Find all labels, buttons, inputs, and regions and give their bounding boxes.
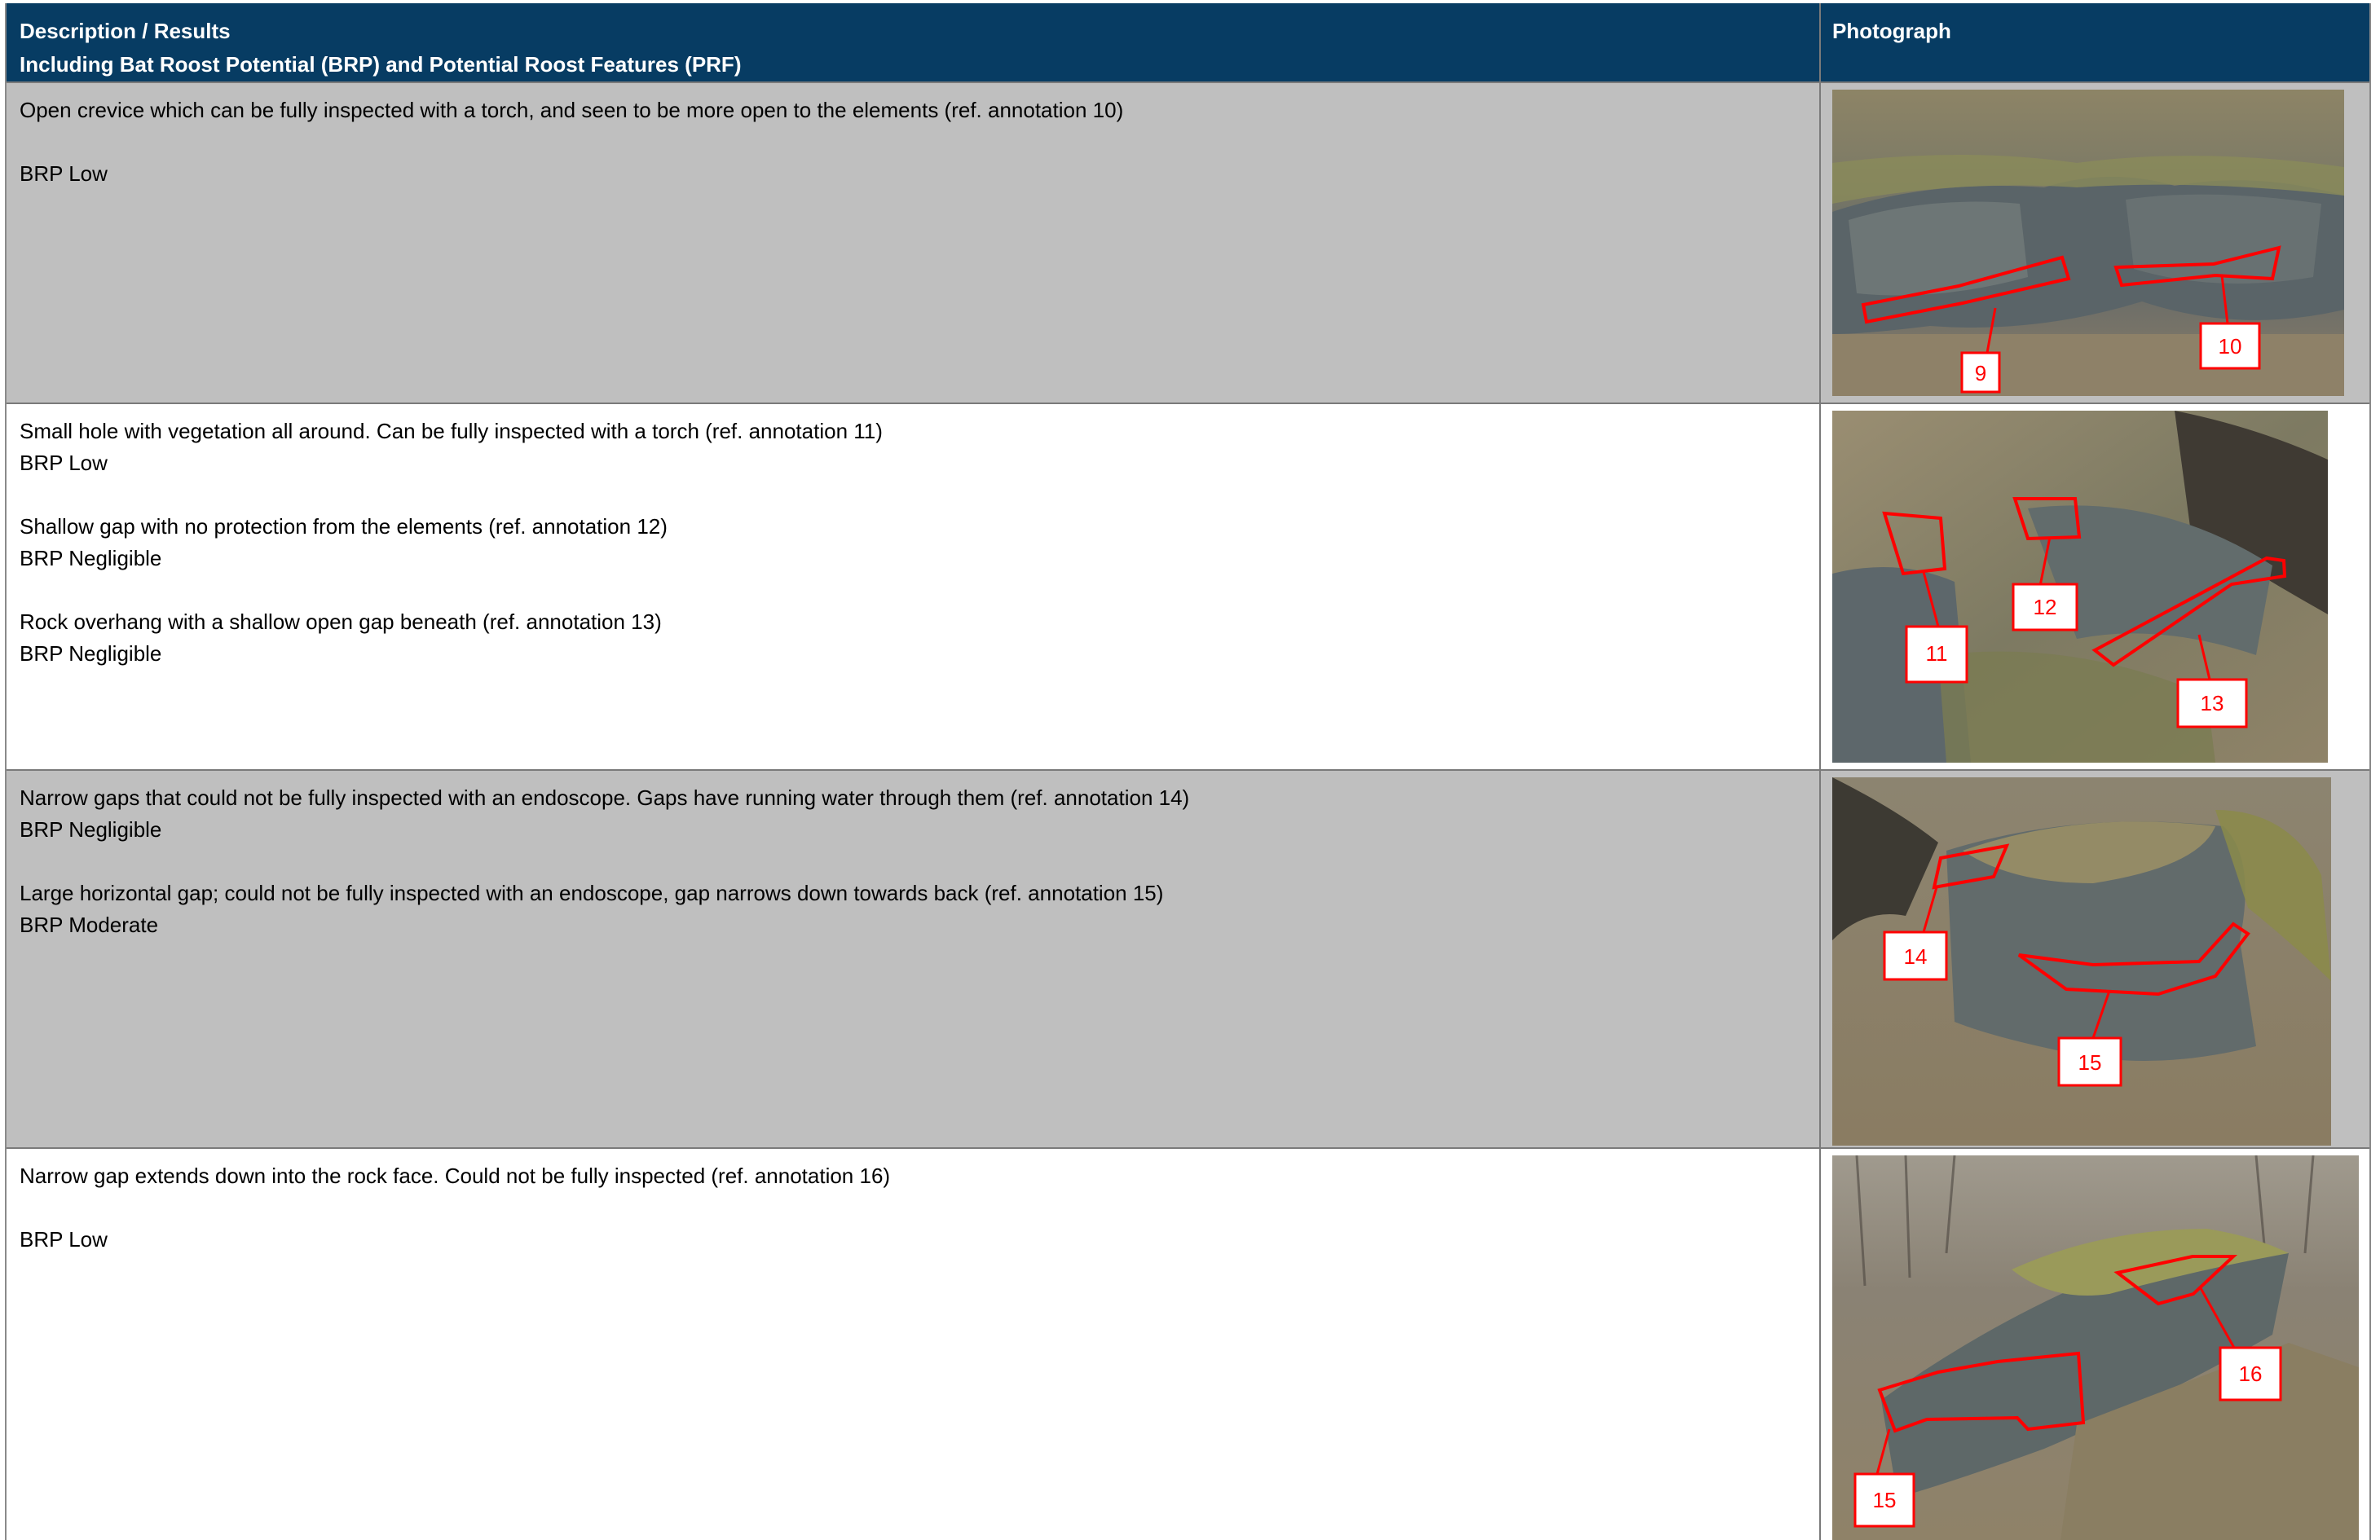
description-line: BRP Negligible <box>20 546 162 570</box>
annotation-label-10: 10 <box>2219 334 2242 359</box>
annotation-label-9: 9 <box>1975 361 1986 385</box>
description-line <box>20 126 1819 158</box>
annotation-label-15: 15 <box>1873 1488 1897 1512</box>
description-cell: Open crevice which can be fully inspecte… <box>7 83 1821 403</box>
description-line: Rock overhang with a shallow open gap be… <box>20 609 662 634</box>
annotation-label-13: 13 <box>2201 691 2224 715</box>
table-row: Narrow gaps that could not be fully insp… <box>7 771 2369 1149</box>
annotation-label-16: 16 <box>2239 1362 2263 1386</box>
photograph-cell: 11 12 13 <box>1821 404 2369 769</box>
description-line: BRP Low <box>20 1227 108 1252</box>
annotation-label-14: 14 <box>1904 944 1928 969</box>
description-line: BRP Low <box>20 451 108 475</box>
description-cell: Narrow gap extends down into the rock fa… <box>7 1149 1821 1540</box>
description-line: Small hole with vegetation all around. C… <box>20 419 883 443</box>
photograph-cell: 16 15 <box>1821 1149 2369 1540</box>
description-line <box>20 479 1819 511</box>
photograph-cell: 9 10 <box>1821 83 2369 403</box>
header-description-title: Description / Results <box>20 19 231 43</box>
table-row: Small hole with vegetation all around. C… <box>7 404 2369 771</box>
header-photograph-cell: Photograph <box>1821 3 2369 81</box>
description-line: BRP Negligible <box>20 817 162 842</box>
table-row: Narrow gap extends down into the rock fa… <box>7 1149 2369 1540</box>
description-line: Shallow gap with no protection from the … <box>20 514 668 539</box>
description-line: Narrow gaps that could not be fully insp… <box>20 785 1190 810</box>
description-line: Open crevice which can be fully inspecte… <box>20 98 1124 122</box>
rock-face-photo: 16 15 <box>1832 1155 2359 1540</box>
description-line: BRP Low <box>20 161 108 186</box>
header-description-subtitle: Including Bat Roost Potential (BRP) and … <box>20 52 742 77</box>
table-row: Open crevice which can be fully inspecte… <box>7 83 2369 404</box>
description-cell: Small hole with vegetation all around. C… <box>7 404 1821 769</box>
header-description-cell: Description / Results Including Bat Roos… <box>7 3 1821 81</box>
description-line <box>20 574 1819 606</box>
description-line <box>20 846 1819 878</box>
rock-crevice-photo: 9 10 <box>1832 90 2344 396</box>
table-header: Description / Results Including Bat Roos… <box>7 3 2369 83</box>
description-line: BRP Negligible <box>20 641 162 666</box>
description-line: BRP Moderate <box>20 913 159 937</box>
description-line: Narrow gap extends down into the rock fa… <box>20 1164 891 1188</box>
header-photograph-title: Photograph <box>1832 19 1951 43</box>
description-line <box>20 1192 1819 1224</box>
photograph-cell: 14 15 <box>1821 771 2369 1147</box>
description-cell: Narrow gaps that could not be fully insp… <box>7 771 1821 1147</box>
annotation-label-15: 15 <box>2078 1050 2102 1075</box>
rock-hole-photo: 11 12 13 <box>1832 411 2328 763</box>
annotation-label-11: 11 <box>1926 641 1948 666</box>
rock-gap-photo: 14 15 <box>1832 777 2331 1146</box>
survey-results-table: Description / Results Including Bat Roos… <box>5 3 2371 1540</box>
annotation-label-12: 12 <box>2034 595 2057 619</box>
description-line: Large horizontal gap; could not be fully… <box>20 881 1164 905</box>
